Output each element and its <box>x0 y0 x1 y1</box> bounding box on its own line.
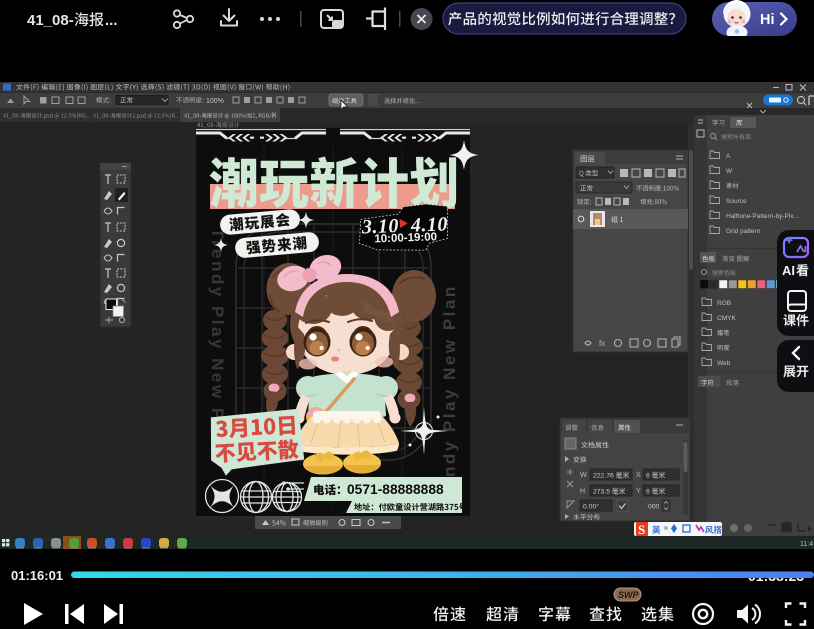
svg-text:X: X <box>636 472 641 479</box>
svg-text:W: W <box>726 168 733 175</box>
svg-text:0571-88888888: 0571-88888888 <box>347 482 444 497</box>
svg-text:S: S <box>638 522 645 537</box>
svg-text:SWP: SWP <box>618 590 639 600</box>
svg-text:A: A <box>726 153 731 160</box>
svg-text:01:16:01: 01:16:01 <box>11 568 63 583</box>
svg-text:W: W <box>580 472 587 479</box>
svg-text:Source: Source <box>726 198 747 205</box>
svg-text:Halftone-Pattern-by-Pix...: Halftone-Pattern-by-Pix... <box>726 213 799 220</box>
svg-text:Trendy Play New Plan: Trendy Play New Plan <box>440 284 459 510</box>
svg-text:6 毫米: 6 毫米 <box>646 471 665 480</box>
svg-text:273.5 毫米: 273.5 毫米 <box>593 487 626 496</box>
svg-text:Grid pattern: Grid pattern <box>726 228 761 235</box>
svg-text:41_08-: 41_08- <box>27 12 74 29</box>
svg-text:CMYK: CMYK <box>717 315 736 322</box>
svg-text:100%: 100% <box>206 98 224 105</box>
svg-text:...: ... <box>105 12 118 29</box>
svg-text:Y: Y <box>636 488 641 495</box>
svg-text:Hi: Hi <box>760 12 775 28</box>
svg-text:0.00°: 0.00° <box>583 503 599 511</box>
svg-text:Web: Web <box>717 360 731 367</box>
svg-text:6 毫米: 6 毫米 <box>646 487 665 496</box>
svg-text:222.76 毫米: 222.76 毫米 <box>593 471 629 480</box>
svg-text:fx: fx <box>599 339 605 348</box>
svg-text:H: H <box>580 488 585 495</box>
svg-text:AI: AI <box>782 263 795 278</box>
svg-text:11:4: 11:4 <box>800 541 813 548</box>
svg-text:10:00-19:00: 10:00-19:00 <box>374 231 437 245</box>
svg-text:000: 000 <box>648 504 660 511</box>
svg-text:RGB: RGB <box>717 300 731 307</box>
